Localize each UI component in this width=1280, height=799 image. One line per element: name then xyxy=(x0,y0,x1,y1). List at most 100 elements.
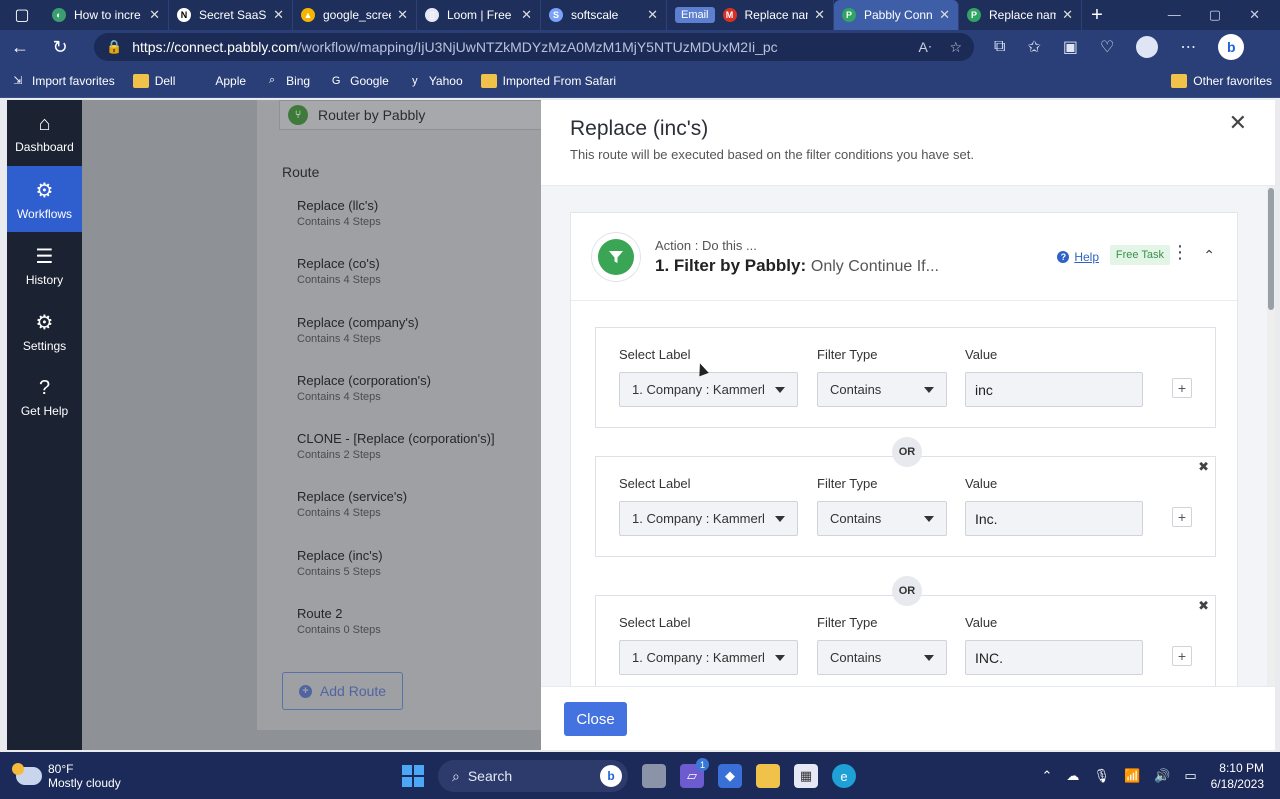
kebab-menu-icon[interactable]: ⋮ xyxy=(1171,243,1189,261)
add-route-button[interactable]: + Add Route xyxy=(282,672,403,710)
read-aloud-icon[interactable]: Aᐧ xyxy=(919,39,932,56)
route-item[interactable]: Replace (co's) Contains 4 Steps xyxy=(282,248,552,306)
onedrive-icon[interactable]: ☁ xyxy=(1066,768,1079,784)
volume-icon[interactable]: 🔊 xyxy=(1154,768,1170,784)
more-menu-icon[interactable]: ⋯ xyxy=(1180,37,1196,57)
favorite-item[interactable]: G Google xyxy=(328,74,389,88)
select-label-dropdown[interactable]: 1. Company : Kammerl xyxy=(619,372,798,407)
add-condition-button[interactable]: + xyxy=(1172,378,1192,398)
browser-tab[interactable]: P Replace nam ✕ xyxy=(959,0,1082,30)
filter-card-header[interactable]: Action : Do this ... 1. Filter by Pabbly… xyxy=(571,213,1237,301)
close-tab-icon[interactable]: ✕ xyxy=(397,7,408,23)
performance-icon[interactable]: ♡ xyxy=(1100,37,1114,57)
url-field[interactable]: 🔒 https://connect.pabbly.com/workflow/ma… xyxy=(94,33,974,61)
taskbar-search[interactable]: ⌕ Search b xyxy=(438,760,628,792)
close-tab-icon[interactable]: ✕ xyxy=(939,7,950,23)
clock[interactable]: 8:10 PM 6/18/2023 xyxy=(1211,760,1264,792)
battery-icon[interactable]: ▭ xyxy=(1184,768,1196,784)
back-icon[interactable]: ← xyxy=(0,37,40,58)
refresh-icon[interactable]: ↻ xyxy=(40,37,80,58)
url-path: /workflow/mapping/IjU3NjUwNTZkMDYzMzA0Mz… xyxy=(297,39,778,55)
sidebar-item-workflows[interactable]: ⚙ Workflows xyxy=(7,166,82,232)
browser-tab[interactable]: ▲ google_scree ✕ xyxy=(293,0,417,30)
task-view-icon[interactable] xyxy=(642,764,666,788)
copilot-icon[interactable]: ◆ xyxy=(718,764,742,788)
favorites-icon[interactable]: ✩ xyxy=(1027,37,1040,57)
favorite-item[interactable]: Imported From Safari xyxy=(480,73,616,88)
route-panel: ⑂ Router by Pabbly Route Replace (llc's)… xyxy=(257,100,557,730)
favorite-item[interactable]: Dell xyxy=(132,73,175,88)
close-tab-icon[interactable]: ✕ xyxy=(521,7,532,23)
browser-tab[interactable]: Ssoftscale ✕ xyxy=(541,0,667,30)
chat-icon[interactable]: ▱ 1 xyxy=(680,758,709,788)
browser-tab[interactable]: P Pabbly Conn ✕ xyxy=(834,0,959,30)
add-condition-button[interactable]: + xyxy=(1172,507,1192,527)
route-item[interactable]: Replace (corporation's) Contains 4 Steps xyxy=(282,365,552,423)
other-favorites[interactable]: Other favorites xyxy=(1171,73,1272,88)
route-item[interactable]: Replace (llc's) Contains 4 Steps xyxy=(282,190,552,248)
weather-widget[interactable]: 80°F Mostly cloudy xyxy=(12,762,121,790)
help-link[interactable]: ? Help xyxy=(1057,250,1099,264)
favorite-item[interactable]: Apple xyxy=(193,74,246,88)
windows-start-icon[interactable] xyxy=(402,765,424,787)
sidebar-item-dashboard[interactable]: ⌂ Dashboard xyxy=(7,100,82,166)
value-input[interactable]: INC. xyxy=(965,640,1143,675)
router-step[interactable]: ⑂ Router by Pabbly xyxy=(279,100,549,130)
favorite-item[interactable]: ⌕ Bing xyxy=(264,74,310,88)
favorite-item[interactable]: ⇲ Import favorites xyxy=(10,74,114,88)
favorite-star-icon[interactable]: ☆ xyxy=(949,39,962,56)
close-icon[interactable]: ✕ xyxy=(1229,110,1247,136)
select-label-dropdown[interactable]: 1. Company : Kammerl xyxy=(619,501,798,536)
favorite-item[interactable]: y Yahoo xyxy=(407,74,463,88)
add-condition-button[interactable]: + xyxy=(1172,646,1192,666)
chevron-down-icon xyxy=(924,655,934,661)
store-icon[interactable]: ▦ xyxy=(794,764,818,788)
select-label-dropdown[interactable]: 1. Company : Kammerl xyxy=(619,640,798,675)
maximize-icon[interactable]: ▢ xyxy=(1209,7,1221,23)
browser-tab[interactable]: Email M Replace nam ✕ xyxy=(667,0,834,30)
file-explorer-icon[interactable] xyxy=(756,764,780,788)
route-item[interactable]: CLONE - [Replace (corporation's)] Contain… xyxy=(282,423,552,481)
value-input[interactable]: Inc. xyxy=(965,501,1143,536)
bing-icon[interactable]: b xyxy=(1218,34,1245,60)
filter-type-dropdown[interactable]: Contains xyxy=(817,640,947,675)
delete-condition-icon[interactable]: ✖ xyxy=(1198,598,1209,614)
route-item[interactable]: Replace (inc's) Contains 5 Steps xyxy=(282,540,552,598)
delete-condition-icon[interactable]: ✖ xyxy=(1198,459,1209,475)
url-host: https://connect.pabbly.com xyxy=(132,39,298,55)
profile-avatar[interactable] xyxy=(1136,36,1159,58)
minimize-icon[interactable]: — xyxy=(1168,7,1181,23)
close-tab-icon[interactable]: ✕ xyxy=(647,7,658,23)
wifi-icon[interactable]: 📶 xyxy=(1124,768,1140,784)
browser-tab[interactable]: ▯ Loom | Free S ✕ xyxy=(417,0,541,30)
close-tab-icon[interactable]: ✕ xyxy=(1062,7,1073,23)
collections-icon[interactable]: ▣ xyxy=(1063,37,1078,57)
route-item[interactable]: Replace (service's) Contains 4 Steps xyxy=(282,481,552,539)
close-button[interactable]: Close xyxy=(564,702,627,736)
extensions-icon[interactable]: ⧉ xyxy=(994,38,1005,56)
close-tab-icon[interactable]: ✕ xyxy=(814,7,825,23)
sidebar-item-get-help[interactable]: ? Get Help xyxy=(7,364,82,430)
microphone-icon[interactable]: 🎙 xyxy=(1093,768,1110,784)
sidebar-item-settings[interactable]: ⚙ Settings xyxy=(7,298,82,364)
route-item[interactable]: Replace (company's) Contains 4 Steps xyxy=(282,307,552,365)
chevron-up-icon[interactable]: ⌃ xyxy=(1042,768,1053,784)
route-item[interactable]: Route 2 Contains 0 Steps xyxy=(282,598,552,656)
value-input[interactable]: inc xyxy=(965,372,1143,407)
tab-actions-icon[interactable]: ▢ xyxy=(0,0,44,30)
browser-tab[interactable]: ◐ How to incre ✕ xyxy=(44,0,169,30)
modal-header: Replace (inc's) This route will be execu… xyxy=(541,100,1275,186)
sidebar-item-history[interactable]: ☰ History xyxy=(7,232,82,298)
chevron-up-icon[interactable]: ⌃ xyxy=(1203,247,1215,264)
tab-group-badge[interactable]: Email xyxy=(675,7,715,23)
close-tab-icon[interactable]: ✕ xyxy=(149,7,160,23)
filter-type-dropdown[interactable]: Contains xyxy=(817,501,947,536)
filter-condition: ✖ Select Label Filter Type Value 1. Company … xyxy=(595,456,1216,557)
filter-type-dropdown[interactable]: Contains xyxy=(817,372,947,407)
modal-scrollbar[interactable] xyxy=(1267,186,1275,686)
new-tab-button[interactable]: + xyxy=(1082,4,1112,27)
close-window-icon[interactable]: ✕ xyxy=(1249,7,1260,23)
edge-icon[interactable]: e xyxy=(832,764,856,788)
browser-tab[interactable]: N Secret SaaS G ✕ xyxy=(169,0,293,30)
close-tab-icon[interactable]: ✕ xyxy=(273,7,284,23)
